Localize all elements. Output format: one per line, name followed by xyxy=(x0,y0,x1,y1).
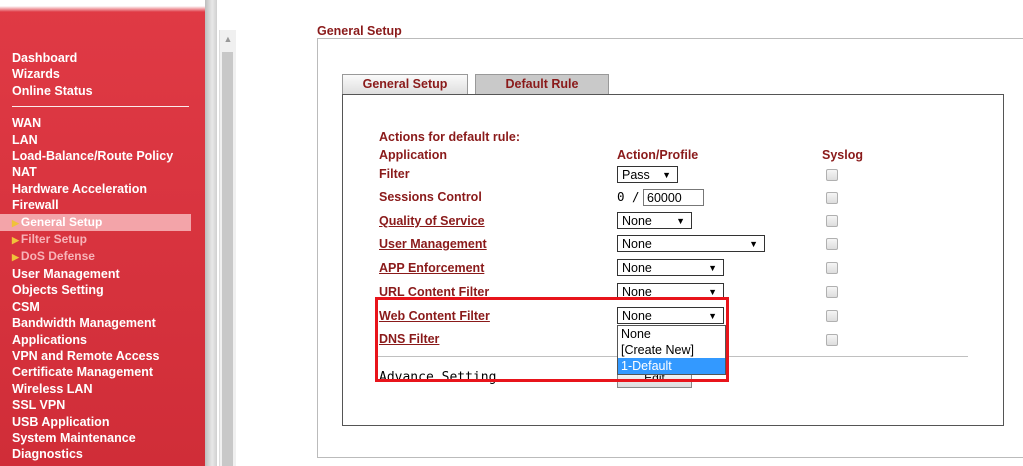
app-enforcement-select[interactable]: None ▼ xyxy=(617,259,724,276)
nav-system-maintenance[interactable]: System Maintenance xyxy=(0,430,205,446)
user-management-select[interactable]: None ▼ xyxy=(617,235,765,252)
scroll-thumb[interactable] xyxy=(222,52,233,466)
app-enforcement-syslog-checkbox[interactable] xyxy=(826,262,838,274)
nav-csm[interactable]: CSM xyxy=(0,299,205,315)
scroll-up-icon[interactable]: ▲ xyxy=(220,34,236,48)
nav-filter-setup-label: Filter Setup xyxy=(20,232,87,247)
nav-vpn[interactable]: VPN and Remote Access xyxy=(0,348,205,364)
nav-wizards[interactable]: Wizards xyxy=(0,66,205,82)
nav-online-status[interactable]: Online Status xyxy=(0,83,205,99)
caret-down-icon: ▼ xyxy=(662,170,671,180)
nav-filter-setup[interactable]: ▶ Filter Setup xyxy=(0,231,205,248)
tab-default-rule[interactable]: Default Rule xyxy=(475,74,609,95)
filter-select[interactable]: Pass ▼ xyxy=(617,166,678,183)
section-title: Actions for default rule: xyxy=(379,130,520,144)
nav-general-setup[interactable]: ▶ General Setup xyxy=(0,213,191,232)
web-content-filter-link[interactable]: Web Content Filter xyxy=(379,309,490,323)
caret-down-icon: ▼ xyxy=(676,216,685,226)
filter-syslog-checkbox[interactable] xyxy=(826,169,838,181)
app-enforcement-select-value: None xyxy=(622,261,652,275)
web-content-filter-dropdown[interactable]: None [Create New] 1-Default xyxy=(617,325,726,375)
nav-hardware-acceleration[interactable]: Hardware Acceleration xyxy=(0,181,205,197)
nav-usb-application[interactable]: USB Application xyxy=(0,414,205,430)
col-action-profile: Action/Profile xyxy=(617,148,699,162)
nav-dos-defense-label: DoS Defense xyxy=(20,249,95,264)
dns-filter-syslog-checkbox[interactable] xyxy=(826,334,838,346)
app-enforcement-link[interactable]: APP Enforcement xyxy=(379,261,484,275)
nav-divider xyxy=(12,106,189,108)
qos-select-value: None xyxy=(622,214,652,228)
qos-select[interactable]: None ▼ xyxy=(617,212,692,229)
arrow-right-icon: ▶ xyxy=(12,217,19,228)
caret-down-icon: ▼ xyxy=(708,311,717,321)
user-management-link[interactable]: User Management xyxy=(379,237,487,251)
nav-lan[interactable]: LAN xyxy=(0,132,205,148)
dropdown-option-create-new[interactable]: [Create New] xyxy=(618,342,725,358)
sidebar: Dashboard Wizards Online Status WAN LAN … xyxy=(0,0,205,466)
url-content-filter-select-value: None xyxy=(622,285,652,299)
col-syslog: Syslog xyxy=(822,148,863,162)
nav-dashboard[interactable]: Dashboard xyxy=(0,50,205,66)
dns-filter-link[interactable]: DNS Filter xyxy=(379,332,439,346)
nav-certificate-management[interactable]: Certificate Management xyxy=(0,364,205,380)
web-content-filter-syslog-checkbox[interactable] xyxy=(826,310,838,322)
web-content-filter-select[interactable]: None ▼ xyxy=(617,307,724,324)
sidebar-shadow xyxy=(205,0,217,466)
url-content-filter-link[interactable]: URL Content Filter xyxy=(379,285,489,299)
advance-setting-label: Advance Setting xyxy=(379,370,497,385)
caret-down-icon: ▼ xyxy=(708,263,717,273)
nav-applications[interactable]: Applications xyxy=(0,332,205,348)
nav-general-setup-label: General Setup xyxy=(20,214,103,229)
user-management-syslog-checkbox[interactable] xyxy=(826,238,838,250)
filter-label: Filter xyxy=(379,167,410,181)
nav-ssl-vpn[interactable]: SSL VPN xyxy=(0,397,205,413)
nav-objects-setting[interactable]: Objects Setting xyxy=(0,282,205,298)
url-content-filter-select[interactable]: None ▼ xyxy=(617,283,724,300)
sessions-label: Sessions Control xyxy=(379,190,482,204)
nav-menu: Dashboard Wizards Online Status WAN LAN … xyxy=(0,50,205,463)
sessions-current: 0 / xyxy=(617,189,640,204)
nav-nat[interactable]: NAT xyxy=(0,164,205,180)
dropdown-option-1-default[interactable]: 1-Default xyxy=(618,358,725,374)
caret-down-icon: ▼ xyxy=(749,239,758,249)
filter-select-value: Pass xyxy=(622,168,650,182)
arrow-right-icon: ▶ xyxy=(12,235,19,246)
qos-syslog-checkbox[interactable] xyxy=(826,215,838,227)
nav-load-balance[interactable]: Load-Balance/Route Policy xyxy=(0,148,205,164)
nav-user-management[interactable]: User Management xyxy=(0,266,205,282)
tab-general-setup[interactable]: General Setup xyxy=(342,74,468,95)
sessions-limit-input[interactable]: 60000 xyxy=(643,189,704,206)
col-application: Application xyxy=(379,148,448,162)
nav-diagnostics[interactable]: Diagnostics xyxy=(0,446,205,462)
qos-link[interactable]: Quality of Service xyxy=(379,214,485,228)
nav-wireless-lan[interactable]: Wireless LAN xyxy=(0,381,205,397)
url-content-filter-syslog-checkbox[interactable] xyxy=(826,286,838,298)
web-content-filter-select-value: None xyxy=(622,309,652,323)
nav-wan[interactable]: WAN xyxy=(0,115,205,131)
sessions-syslog-checkbox[interactable] xyxy=(826,192,838,204)
nav-firewall[interactable]: Firewall xyxy=(0,197,205,213)
nav-dos-defense[interactable]: ▶ DoS Defense xyxy=(0,248,205,265)
arrow-right-icon: ▶ xyxy=(12,252,19,263)
caret-down-icon: ▼ xyxy=(708,287,717,297)
dropdown-option-none[interactable]: None xyxy=(618,326,725,342)
user-management-select-value: None xyxy=(622,237,652,251)
nav-bandwidth-management[interactable]: Bandwidth Management xyxy=(0,315,205,331)
scrollbar[interactable]: ▲ xyxy=(219,30,236,466)
page-title: General Setup xyxy=(317,24,402,38)
